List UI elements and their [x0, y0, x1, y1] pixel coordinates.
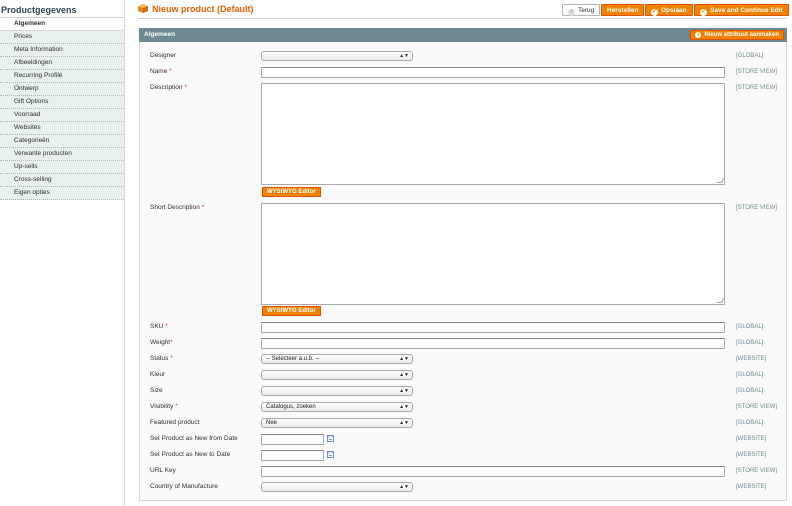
- tab-prices[interactable]: Prices: [0, 31, 124, 44]
- short-description-textarea[interactable]: [261, 203, 725, 305]
- designer-label: Designer: [150, 52, 177, 59]
- tab-recurring-profile[interactable]: Recurring Profile: [0, 70, 124, 83]
- url-key-label: URL Key: [150, 467, 176, 474]
- tab-gift-options[interactable]: Gift Options: [0, 96, 124, 109]
- new-to-date-input[interactable]: [261, 450, 324, 461]
- designer-scope: [GLOBAL]: [736, 53, 764, 59]
- up-down-arrows-icon: ▲▼: [399, 53, 409, 59]
- sku-input[interactable]: [261, 322, 725, 333]
- weight-scope: [GLOBAL]: [736, 340, 764, 346]
- status-value: -- Selecteer a.u.b. --: [266, 356, 320, 362]
- header-divider: [138, 18, 787, 19]
- tab-up-sells[interactable]: Up-sells: [0, 161, 124, 174]
- description-scope: [STORE VIEW]: [736, 85, 777, 91]
- country-of-manufacture-scope: [WEBSITE]: [736, 484, 767, 490]
- size-label: Size: [150, 387, 163, 394]
- featured-product-value: Nee: [266, 420, 278, 426]
- save-continue-button-label: Save and Continue Edit: [710, 7, 783, 14]
- back-button-label: Terug: [578, 7, 595, 14]
- url-key-input[interactable]: [261, 466, 725, 477]
- sku-label: SKU *: [150, 323, 168, 330]
- up-down-arrows-icon: ▲▼: [399, 372, 409, 378]
- page-title: Nieuw product (Default): [152, 4, 254, 14]
- kleur-label: Kleur: [150, 371, 166, 378]
- up-down-arrows-icon: ▲▼: [399, 484, 409, 490]
- country-of-manufacture-label: Country of Manufacture: [150, 483, 218, 490]
- sidebar-title: Productgegevens: [1, 5, 77, 15]
- visibility-value: Catalogus, zoeken: [266, 404, 316, 410]
- up-down-arrows-icon: ▲▼: [399, 420, 409, 426]
- tab-ontwerp[interactable]: Ontwerp: [0, 83, 124, 96]
- tab-websites[interactable]: Websites: [0, 122, 124, 135]
- resize-handle-icon[interactable]: [717, 298, 724, 303]
- tab-eigen-opties[interactable]: Eigen opties: [0, 187, 124, 200]
- check-icon: ✓: [651, 9, 658, 16]
- description-wysiwyg-button[interactable]: WYSIWYG Editor: [262, 187, 321, 197]
- name-scope: [STORE VIEW]: [736, 69, 777, 75]
- up-down-arrows-icon: ▲▼: [399, 404, 409, 410]
- visibility-label: Visibility *: [150, 403, 178, 410]
- reset-button[interactable]: Herstellen: [601, 4, 645, 16]
- check-icon: ✓: [700, 9, 707, 16]
- new-from-date-input[interactable]: [261, 434, 324, 445]
- kleur-select[interactable]: ▲▼: [261, 370, 413, 380]
- tab-algemeen[interactable]: Algemeen: [0, 18, 124, 31]
- status-label: Status *: [150, 355, 173, 362]
- product-tabs-sidebar: Productgegevens Algemeen Prices Meta Inf…: [0, 0, 124, 506]
- save-button-label: Opslaan: [661, 7, 687, 14]
- save-button[interactable]: ✓ Opslaan: [645, 4, 693, 16]
- sidebar-divider: [124, 0, 125, 506]
- new-from-date-label: Set Product as New from Date: [150, 435, 238, 442]
- up-down-arrows-icon: ▲▼: [399, 356, 409, 362]
- new-to-date-label: Set Product as New to Date: [150, 451, 231, 458]
- new-from-date-scope: [WEBSITE]: [736, 436, 767, 442]
- visibility-scope: [STORE VIEW]: [736, 404, 777, 410]
- size-select[interactable]: ▲▼: [261, 386, 413, 396]
- status-scope: [WEBSITE]: [736, 356, 767, 362]
- tab-meta-information[interactable]: Meta Information: [0, 44, 124, 57]
- back-button[interactable]: ‹ Terug: [562, 4, 601, 16]
- tab-voorraad[interactable]: Voorraad: [0, 109, 124, 122]
- new-to-date-scope: [WEBSITE]: [736, 452, 767, 458]
- country-of-manufacture-select[interactable]: ▲▼: [261, 482, 413, 492]
- visibility-select[interactable]: Catalogus, zoeken ▲▼: [261, 402, 413, 412]
- weight-label: Weight*: [150, 339, 173, 346]
- tab-cross-selling[interactable]: Cross-selling: [0, 174, 124, 187]
- tab-categorieen[interactable]: Categorieën: [0, 135, 124, 148]
- calendar-icon[interactable]: [327, 451, 334, 458]
- weight-input[interactable]: [261, 338, 725, 349]
- kleur-scope: [GLOBAL]: [736, 372, 764, 378]
- featured-product-select[interactable]: Nee ▲▼: [261, 418, 413, 428]
- short-description-label: Short Description *: [150, 204, 205, 211]
- back-arrow-icon: ‹: [568, 9, 575, 16]
- fieldset-header: Algemeen + Nieuw attribuut aanmaken: [139, 28, 787, 42]
- name-label: Name *: [150, 68, 172, 75]
- description-textarea[interactable]: [261, 83, 725, 185]
- short-description-scope: [STORE VIEW]: [736, 205, 777, 211]
- fieldset-title: Algemeen: [144, 31, 176, 38]
- product-box-icon: [138, 4, 148, 13]
- calendar-icon[interactable]: [327, 435, 334, 442]
- resize-handle-icon[interactable]: [717, 178, 724, 183]
- save-continue-button[interactable]: ✓ Save and Continue Edit: [694, 4, 789, 16]
- plus-icon: +: [695, 32, 702, 38]
- url-key-scope: [STORE VIEW]: [736, 468, 777, 474]
- short-description-wysiwyg-button[interactable]: WYSIWYG Editor: [262, 306, 321, 316]
- up-down-arrows-icon: ▲▼: [399, 388, 409, 394]
- new-attribute-button[interactable]: + Nieuw attribuut aanmaken: [690, 30, 784, 40]
- sku-scope: [GLOBAL]: [736, 324, 764, 330]
- tab-afbeeldingen[interactable]: Afbeeldingen: [0, 57, 124, 70]
- designer-select[interactable]: ▲▼: [261, 51, 413, 61]
- tab-verwante-producten[interactable]: Verwante producten: [0, 148, 124, 161]
- featured-product-label: Featured product: [150, 419, 200, 426]
- description-label: Description *: [150, 84, 187, 91]
- status-select[interactable]: -- Selecteer a.u.b. -- ▲▼: [261, 354, 413, 364]
- featured-product-scope: [GLOBAL]: [736, 420, 764, 426]
- size-scope: [GLOBAL]: [736, 388, 764, 394]
- new-attribute-button-label: Nieuw attribuut aanmaken: [704, 32, 779, 38]
- name-input[interactable]: [261, 67, 725, 78]
- reset-button-label: Herstellen: [607, 7, 639, 14]
